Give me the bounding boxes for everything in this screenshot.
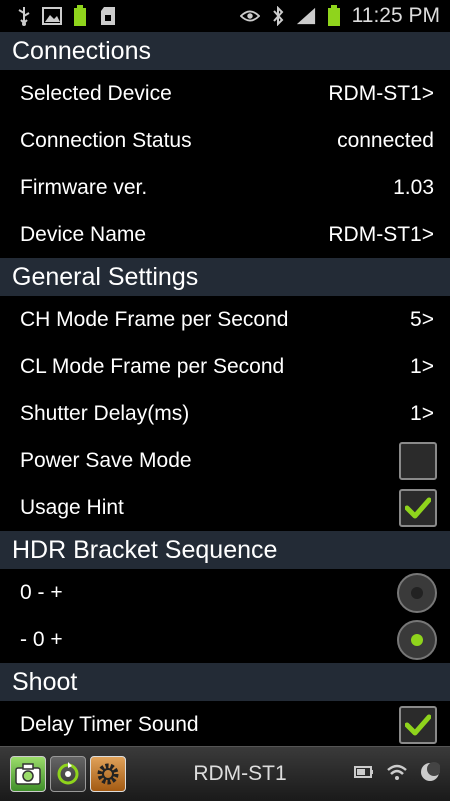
hdr-option-label: 0 - + <box>20 580 63 604</box>
wifi-icon <box>386 763 408 786</box>
sequence-icon <box>57 762 79 785</box>
battery-icon <box>354 765 374 784</box>
hdr-option-row[interactable]: 0 - + <box>0 569 450 616</box>
cl-mode-fps-value: 1> <box>410 354 434 378</box>
hdr-option-radio[interactable] <box>397 572 437 613</box>
sequence-button[interactable] <box>50 756 86 792</box>
selected-device-value: RDM-ST1> <box>328 81 434 105</box>
image-icon <box>42 6 62 26</box>
ch-mode-fps-value: 5> <box>410 307 434 331</box>
delay-timer-sound-row[interactable]: Delay Timer Sound <box>0 701 450 746</box>
usage-hint-label: Usage Hint <box>20 495 124 519</box>
settings-list[interactable]: Connections Selected Device RDM-ST1> Con… <box>0 32 450 746</box>
cl-mode-fps-row[interactable]: CL Mode Frame per Second 1> <box>0 343 450 390</box>
battery-icon <box>324 5 344 26</box>
checkmark-icon <box>405 497 431 518</box>
delay-timer-sound-label: Delay Timer Sound <box>20 712 199 736</box>
shutter-delay-value: 1> <box>410 401 434 425</box>
signal-icon <box>296 6 316 26</box>
shutter-delay-row[interactable]: Shutter Delay(ms) 1> <box>0 390 450 437</box>
settings-button[interactable] <box>90 756 126 792</box>
selected-device-label: Selected Device <box>20 81 172 105</box>
checkmark-icon <box>405 714 431 735</box>
power-save-row[interactable]: Power Save Mode <box>0 437 450 484</box>
status-bar-left <box>0 5 118 26</box>
hdr-option-row[interactable]: - 0 + <box>0 616 450 663</box>
sd-card-icon <box>98 6 118 26</box>
connection-status-value: connected <box>337 128 434 152</box>
usage-hint-row[interactable]: Usage Hint <box>0 484 450 531</box>
section-header-shoot: Shoot <box>0 663 450 701</box>
section-header-hdr: HDR Bracket Sequence <box>0 531 450 569</box>
firmware-value: 1.03 <box>393 175 434 199</box>
section-header-connections: Connections <box>0 32 450 70</box>
connection-status-label: Connection Status <box>20 128 192 152</box>
bluetooth-icon <box>268 6 288 26</box>
power-save-label: Power Save Mode <box>20 448 192 472</box>
connection-status-row: Connection Status connected <box>0 117 450 164</box>
firmware-label: Firmware ver. <box>20 175 148 199</box>
power-save-checkbox[interactable] <box>399 441 437 480</box>
camera-button[interactable] <box>10 756 46 792</box>
device-name-row[interactable]: Device Name RDM-ST1> <box>0 211 450 258</box>
bottom-toolbar: RDM-ST1 <box>0 746 450 801</box>
selected-device-row[interactable]: Selected Device RDM-ST1> <box>0 70 450 117</box>
camera-icon <box>15 763 41 785</box>
ch-mode-fps-label: CH Mode Frame per Second <box>20 307 289 331</box>
usb-icon <box>14 6 34 26</box>
moon-icon <box>420 761 441 787</box>
firmware-row: Firmware ver. 1.03 <box>0 164 450 211</box>
bottom-bar-status <box>354 761 450 787</box>
eye-icon <box>239 6 260 26</box>
hdr-option-label: - 0 + <box>20 627 63 651</box>
battery-app-icon <box>70 5 90 26</box>
cl-mode-fps-label: CL Mode Frame per Second <box>20 354 285 378</box>
shutter-delay-label: Shutter Delay(ms) <box>20 401 190 425</box>
status-bar: 11:25 PM <box>0 0 450 32</box>
radio-dot <box>411 586 423 599</box>
usage-hint-checkbox[interactable] <box>399 488 437 527</box>
ch-mode-fps-row[interactable]: CH Mode Frame per Second 5> <box>0 296 450 343</box>
device-name-value: RDM-ST1> <box>328 222 434 246</box>
hdr-option-radio[interactable] <box>397 619 437 660</box>
bottom-bar-title: RDM-ST1 <box>193 762 287 785</box>
radio-dot <box>411 633 423 646</box>
status-bar-right: 11:25 PM <box>239 4 450 28</box>
delay-timer-sound-checkbox[interactable] <box>399 705 437 744</box>
section-header-general: General Settings <box>0 258 450 296</box>
gear-icon <box>97 763 119 785</box>
status-time: 11:25 PM <box>351 4 440 27</box>
device-name-label: Device Name <box>20 222 147 246</box>
